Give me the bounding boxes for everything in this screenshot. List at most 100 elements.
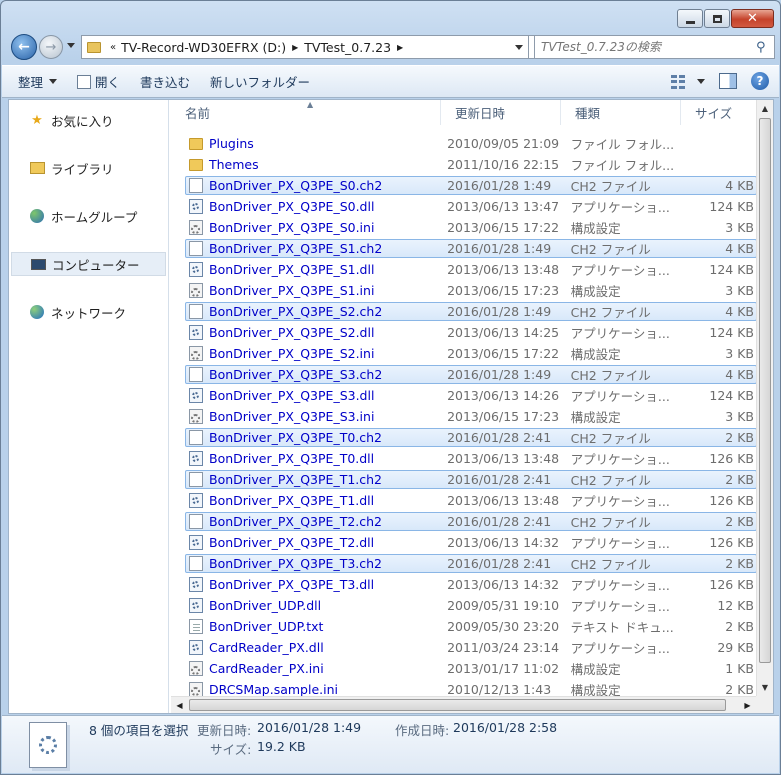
file-name-cell[interactable]: BonDriver_PX_Q3PE_T3.ch2 (186, 556, 447, 571)
file-row[interactable]: BonDriver_PX_Q3PE_S0.ch2 2016/01/28 1:49 C… (185, 176, 757, 195)
minimize-button[interactable] (677, 9, 703, 28)
overflow-chevron[interactable]: « (110, 42, 116, 53)
file-name: DRCSMap.sample.ini (209, 682, 338, 697)
file-row[interactable]: BonDriver_PX_Q3PE_S3.ini 2013/06/15 17:23… (185, 407, 757, 426)
file-name-cell[interactable]: CardReader_PX.dll (186, 640, 447, 655)
file-name-cell[interactable]: BonDriver_PX_Q3PE_S3.ini (186, 409, 447, 424)
file-row[interactable]: BonDriver_PX_Q3PE_T2.dll 2013/06/13 14:32… (185, 533, 757, 552)
file-name-cell[interactable]: BonDriver_UDP.dll (186, 598, 447, 613)
breadcrumb-folder[interactable]: TVTest_0.7.23 (304, 40, 391, 55)
chevron-right-icon[interactable]: ▶ (292, 43, 298, 52)
file-row[interactable]: BonDriver_PX_Q3PE_T3.dll 2013/06/13 14:32… (185, 575, 757, 594)
vertical-scrollbar[interactable]: ▲ ▼ (756, 100, 773, 696)
file-name-cell[interactable]: BonDriver_PX_Q3PE_S0.dll (186, 199, 447, 214)
file-row[interactable]: Themes 2011/10/16 22:15 ファイル フォル... (185, 155, 757, 174)
file-name-cell[interactable]: BonDriver_PX_Q3PE_S0.ini (186, 220, 447, 235)
file-row[interactable]: Plugins 2010/09/05 21:09 ファイル フォル... (185, 134, 757, 153)
file-row[interactable]: BonDriver_PX_Q3PE_T0.dll 2013/06/13 13:48… (185, 449, 757, 468)
file-row[interactable]: BonDriver_PX_Q3PE_S2.dll 2013/06/13 14:25… (185, 323, 757, 342)
file-row[interactable]: CardReader_PX.dll 2011/03/24 23:14 アプリケーショ… (185, 638, 757, 657)
nav-item-favorites[interactable]: ★ お気に入り (11, 108, 166, 132)
column-header-size[interactable]: サイズ (681, 100, 759, 125)
column-header-type[interactable]: 種類 (561, 100, 681, 125)
file-name-cell[interactable]: BonDriver_PX_Q3PE_T3.dll (186, 577, 447, 592)
address-bar[interactable]: « TV-Record-WD30EFRX (D:) ▶ TVTest_0.7.2… (81, 35, 529, 59)
file-name-cell[interactable]: BonDriver_PX_Q3PE_T2.dll (186, 535, 447, 550)
file-row[interactable]: BonDriver_PX_Q3PE_T2.ch2 2016/01/28 2:41 C… (185, 512, 757, 531)
nav-item-libraries[interactable]: ライブラリ (11, 156, 166, 180)
search-box[interactable]: ⚲ (534, 35, 775, 59)
file-row[interactable]: BonDriver_PX_Q3PE_S1.ini 2013/06/15 17:23… (185, 281, 757, 300)
file-name-cell[interactable]: BonDriver_PX_Q3PE_T0.ch2 (186, 430, 447, 445)
horizontal-scroll-thumb[interactable] (189, 699, 726, 711)
column-header-date[interactable]: 更新日時 (441, 100, 561, 125)
file-name-cell[interactable]: BonDriver_UDP.txt (186, 619, 447, 634)
file-row[interactable]: BonDriver_PX_Q3PE_S1.ch2 2016/01/28 1:49 C… (185, 239, 757, 258)
file-size: 29 KB (717, 640, 754, 655)
nav-item-computer[interactable]: コンピューター (11, 252, 166, 276)
preview-pane-icon[interactable] (719, 73, 737, 89)
nav-item-homegroup[interactable]: ホームグループ (11, 204, 166, 228)
file-name-cell[interactable]: BonDriver_PX_Q3PE_S2.ini (186, 346, 447, 361)
open-button[interactable]: 開く (67, 70, 130, 94)
file-row[interactable]: BonDriver_PX_Q3PE_S0.ini 2013/06/15 17:22… (185, 218, 757, 237)
file-name-cell[interactable]: BonDriver_PX_Q3PE_T1.dll (186, 493, 447, 508)
file-size: 126 KB (709, 493, 754, 508)
file-size: 4 KB (725, 304, 754, 319)
chevron-right-icon[interactable]: ▶ (397, 43, 403, 52)
scroll-down-icon[interactable]: ▼ (757, 679, 773, 696)
back-button[interactable]: ← (11, 34, 37, 60)
file-name-cell[interactable]: BonDriver_PX_Q3PE_S3.ch2 (186, 367, 447, 382)
forward-button[interactable]: → (39, 35, 63, 59)
file-name-cell[interactable]: BonDriver_PX_Q3PE_S1.ch2 (186, 241, 447, 256)
file-row[interactable]: BonDriver_UDP.txt 2009/05/30 23:20 テキスト ドキ… (185, 617, 757, 636)
file-row[interactable]: BonDriver_PX_Q3PE_S0.dll 2013/06/13 13:47… (185, 197, 757, 216)
horizontal-scrollbar[interactable]: ◀ ▶ (171, 696, 756, 713)
search-input[interactable] (535, 40, 756, 54)
file-name-cell[interactable]: BonDriver_PX_Q3PE_S0.ch2 (186, 178, 447, 193)
file-row[interactable]: BonDriver_PX_Q3PE_T1.dll 2013/06/13 13:48… (185, 491, 757, 510)
help-icon[interactable]: ? (751, 72, 769, 90)
file-name-cell[interactable]: BonDriver_PX_Q3PE_S2.ch2 (186, 304, 447, 319)
file-name-cell[interactable]: Themes (186, 157, 447, 172)
file-name: BonDriver_PX_Q3PE_T3.dll (209, 577, 375, 592)
file-row[interactable]: BonDriver_PX_Q3PE_S1.dll 2013/06/13 13:48… (185, 260, 757, 279)
recent-pages-dropdown[interactable] (67, 43, 75, 48)
close-button[interactable]: ✕ (731, 9, 774, 28)
file-name-cell[interactable]: CardReader_PX.ini (186, 661, 447, 676)
scroll-right-icon[interactable]: ▶ (739, 697, 756, 713)
file-name-cell[interactable]: Plugins (186, 136, 447, 151)
file-name: BonDriver_PX_Q3PE_T0.ch2 (209, 430, 382, 445)
file-row[interactable]: BonDriver_PX_Q3PE_S3.dll 2013/06/13 14:26… (185, 386, 757, 405)
file-name-cell[interactable]: DRCSMap.sample.ini (186, 682, 447, 697)
scroll-up-icon[interactable]: ▲ (757, 100, 773, 117)
file-name-cell[interactable]: BonDriver_PX_Q3PE_S1.dll (186, 262, 447, 277)
file-name-cell[interactable]: BonDriver_PX_Q3PE_S1.ini (186, 283, 447, 298)
file-row[interactable]: BonDriver_PX_Q3PE_T3.ch2 2016/01/28 2:41 C… (185, 554, 757, 573)
file-name-cell[interactable]: BonDriver_PX_Q3PE_S2.dll (186, 325, 447, 340)
maximize-button[interactable] (704, 9, 730, 28)
breadcrumb-drive[interactable]: TV-Record-WD30EFRX (D:) (121, 40, 286, 55)
file-row[interactable]: BonDriver_PX_Q3PE_S2.ch2 2016/01/28 1:49 C… (185, 302, 757, 321)
file-row[interactable]: BonDriver_PX_Q3PE_S3.ch2 2016/01/28 1:49 C… (185, 365, 757, 384)
organize-button[interactable]: 整理 (8, 70, 67, 94)
file-row[interactable]: BonDriver_PX_Q3PE_T0.ch2 2016/01/28 2:41 C… (185, 428, 757, 447)
scroll-left-icon[interactable]: ◀ (171, 697, 188, 713)
new-folder-button[interactable]: 新しいフォルダー (200, 70, 320, 94)
file-name-cell[interactable]: BonDriver_PX_Q3PE_T0.dll (186, 451, 447, 466)
nav-item-network[interactable]: ネットワーク (11, 300, 166, 324)
file-row[interactable]: BonDriver_PX_Q3PE_S2.ini 2013/06/15 17:22… (185, 344, 757, 363)
file-name-cell[interactable]: BonDriver_PX_Q3PE_T1.ch2 (186, 472, 447, 487)
file-name-cell[interactable]: BonDriver_PX_Q3PE_T2.ch2 (186, 514, 447, 529)
file-name-cell[interactable]: BonDriver_PX_Q3PE_S3.dll (186, 388, 447, 403)
column-header-name[interactable]: 名前 (171, 100, 441, 125)
vertical-scroll-thumb[interactable] (759, 118, 771, 663)
file-row[interactable]: CardReader_PX.ini 2013/01/17 11:02 構成設定 1 K… (185, 659, 757, 678)
search-icon[interactable]: ⚲ (756, 40, 774, 55)
file-row[interactable]: BonDriver_PX_Q3PE_T1.ch2 2016/01/28 2:41 C… (185, 470, 757, 489)
burn-button[interactable]: 書き込む (130, 70, 200, 94)
file-row[interactable]: BonDriver_UDP.dll 2009/05/31 19:10 アプリケーショ… (185, 596, 757, 615)
address-dropdown-button[interactable] (515, 45, 523, 50)
change-view-button[interactable] (671, 73, 705, 89)
file-type: CH2 ファイル (570, 515, 651, 530)
